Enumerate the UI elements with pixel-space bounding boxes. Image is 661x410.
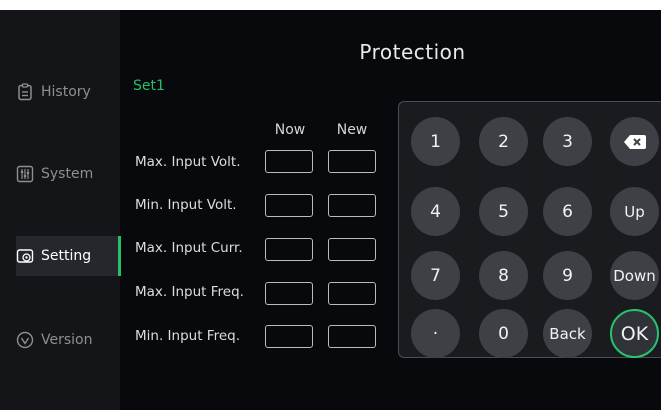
sidebar-item-label: Version: [41, 332, 93, 348]
column-header-now: Now: [274, 122, 306, 138]
sidebar-item-version[interactable]: Version: [16, 320, 116, 360]
sliders-icon: [16, 165, 34, 183]
now-value-min-input-volt: [265, 194, 313, 217]
key-9[interactable]: 9: [543, 251, 592, 300]
key-6[interactable]: 6: [543, 187, 592, 236]
row-label-min-input-freq: Min. Input Freq.: [135, 328, 240, 344]
row-label-max-input-freq: Max. Input Freq.: [135, 284, 244, 300]
sidebar-item-label: History: [41, 84, 91, 100]
key-7[interactable]: 7: [411, 251, 460, 300]
now-value-max-input-freq: [265, 282, 313, 305]
new-value-min-input-freq[interactable]: [328, 325, 376, 348]
down-key[interactable]: Down: [610, 251, 659, 300]
sidebar-item-system[interactable]: System: [16, 154, 116, 194]
row-label-max-input-curr: Max. Input Curr.: [135, 240, 243, 256]
sidebar-item-label: System: [41, 166, 94, 182]
up-key[interactable]: Up: [610, 187, 659, 236]
clipboard-icon: [16, 83, 34, 101]
back-key[interactable]: Back: [543, 309, 592, 358]
sidebar: History System Setting Version: [0, 10, 121, 410]
key-1[interactable]: 1: [411, 117, 460, 166]
key-4[interactable]: 4: [411, 187, 460, 236]
now-value-max-input-volt: [265, 150, 313, 173]
ok-key[interactable]: OK: [610, 309, 659, 358]
backspace-icon: [622, 132, 648, 152]
column-header-new: New: [336, 122, 368, 138]
device-screen: History System Setting Version Protectio…: [0, 10, 661, 410]
now-value-min-input-freq: [265, 325, 313, 348]
key-3[interactable]: 3: [543, 117, 592, 166]
sidebar-item-history[interactable]: History: [16, 72, 116, 112]
backspace-key[interactable]: [610, 117, 659, 166]
sidebar-item-label: Setting: [41, 248, 92, 264]
now-value-max-input-curr: [265, 238, 313, 261]
new-value-max-input-freq[interactable]: [328, 282, 376, 305]
active-indicator: [118, 236, 121, 276]
key-5[interactable]: 5: [479, 187, 528, 236]
set-name: Set1: [133, 78, 165, 94]
key-8[interactable]: 8: [479, 251, 528, 300]
check-circle-icon: [16, 331, 34, 349]
row-label-min-input-volt: Min. Input Volt.: [135, 197, 237, 213]
row-label-max-input-volt: Max. Input Volt.: [135, 154, 241, 170]
new-value-max-input-volt[interactable]: [328, 150, 376, 173]
sidebar-item-setting[interactable]: Setting: [16, 236, 121, 276]
page-title: Protection: [359, 40, 466, 64]
decimal-point-key[interactable]: ·: [411, 309, 460, 358]
settings-icon: [16, 247, 34, 265]
key-2[interactable]: 2: [479, 117, 528, 166]
new-value-min-input-volt[interactable]: [328, 194, 376, 217]
key-0[interactable]: 0: [479, 309, 528, 358]
numeric-keypad: 1 2 3 4 5 6 Up 7 8 9 Down · 0 Back OK: [398, 101, 661, 358]
new-value-max-input-curr[interactable]: [328, 238, 376, 261]
